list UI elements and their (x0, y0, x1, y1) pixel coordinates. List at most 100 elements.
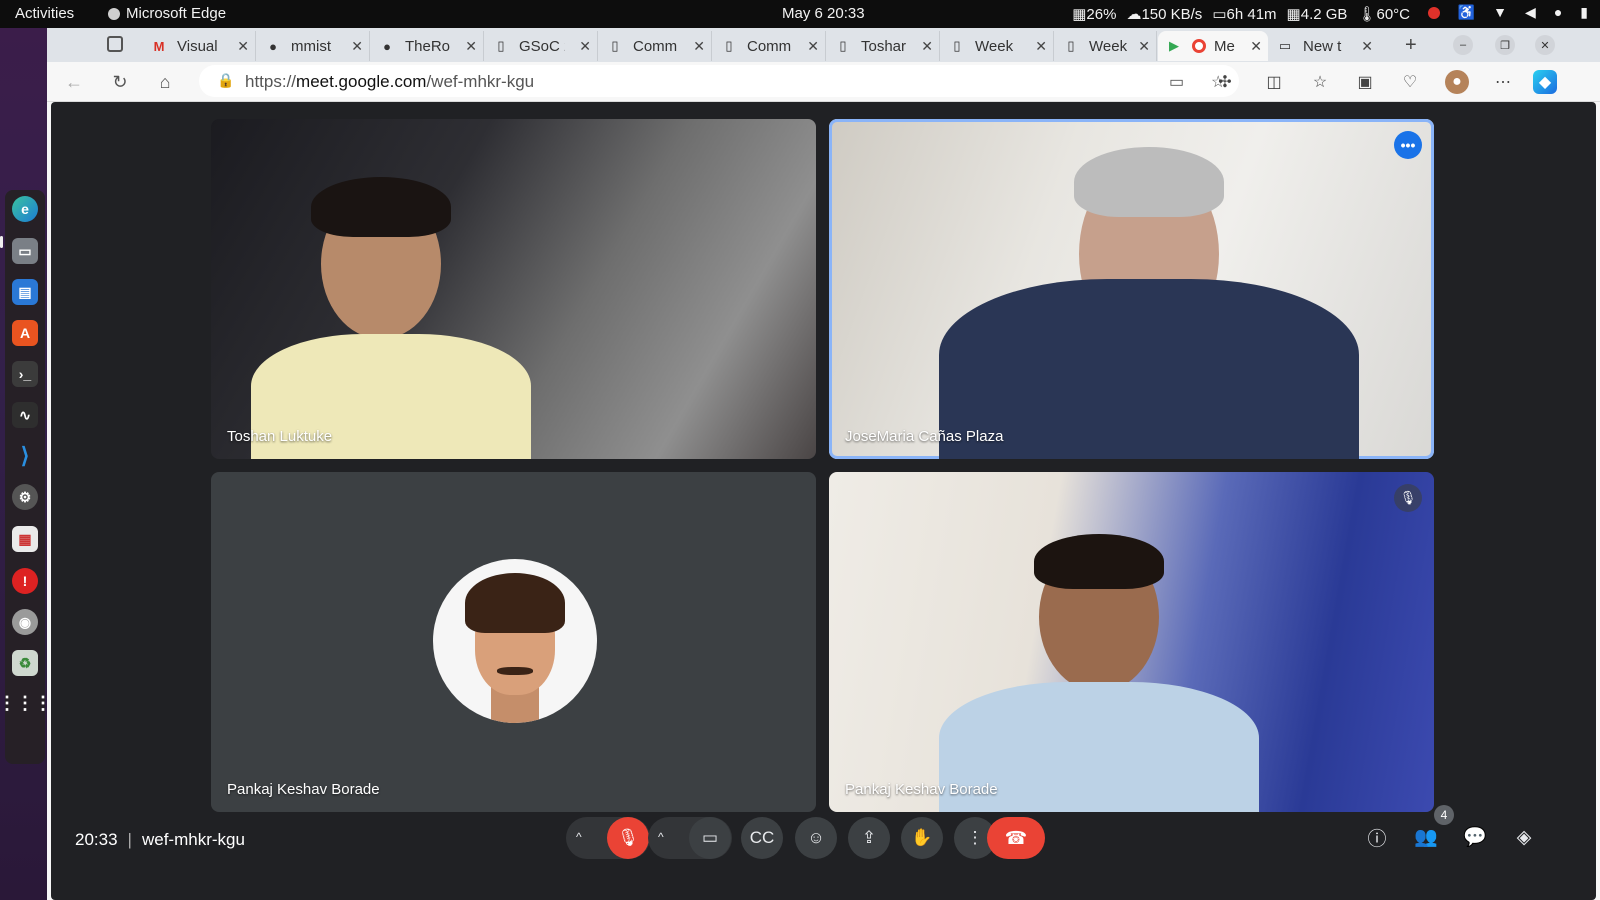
document-viewer-dock-icon[interactable]: ▦ (12, 526, 38, 552)
meeting-details-icon[interactable]: ⓘ (1364, 824, 1390, 850)
vscode-dock-icon[interactable]: ⟩ (12, 443, 38, 469)
close-icon[interactable]: ✕ (237, 38, 249, 55)
update-alert-dock-icon[interactable]: ! (12, 568, 38, 594)
more-menu-icon[interactable]: ⋯ (1491, 70, 1515, 94)
writer-dock-icon[interactable]: ▤ (12, 279, 38, 305)
close-window-icon[interactable]: ✕ (1535, 35, 1555, 55)
terminal-dock-icon[interactable]: ›_ (12, 361, 38, 387)
system-clock[interactable]: May 6 20:33 (782, 5, 865, 22)
edge-dock-icon[interactable]: e (12, 196, 38, 222)
camera-in-use-icon[interactable]: ▭ (1169, 72, 1184, 92)
settings-dock-icon[interactable]: ⚙ (12, 484, 38, 510)
close-icon[interactable]: ✕ (1035, 38, 1047, 55)
close-icon[interactable]: ✕ (693, 38, 705, 55)
activities-button[interactable]: Activities (15, 5, 74, 22)
restore-icon[interactable]: ❐ (1495, 35, 1515, 55)
tab-3[interactable]: ● TheRo ✕ (371, 31, 484, 61)
close-icon[interactable]: ✕ (807, 38, 819, 55)
refresh-icon[interactable]: ↻ (109, 71, 131, 93)
app-menu[interactable]: Microsoft Edge (108, 5, 226, 22)
tab-4[interactable]: ▯ GSoC 2 ✕ (485, 31, 598, 61)
url-bar[interactable]: 🔒 https://meet.google.com/wef-mhkr-kgu ▭… (199, 65, 1239, 97)
page-icon: ▯ (839, 38, 847, 53)
page-icon: ▯ (611, 38, 619, 53)
tab-1[interactable]: M Visual ✕ (143, 31, 256, 61)
wifi-icon[interactable]: ▼ (1493, 4, 1507, 21)
system-monitor-dock-icon[interactable]: ∿ (12, 402, 38, 428)
participant-tile[interactable]: Pankaj Keshav Borade (211, 472, 816, 812)
system-stats: ▦26% ☁150 KB/s ▭6h 41m ▦4.2 GB 🌡60°C (1072, 5, 1410, 23)
meeting-info: 20:33 | wef-mhkr-kgu (75, 830, 245, 849)
files-dock-icon[interactable]: ▭ (12, 238, 38, 264)
github-icon: ● (269, 38, 277, 54)
extensions-icon[interactable]: ✣ (1213, 70, 1237, 94)
emoji-reaction-button[interactable]: ☺ (795, 817, 837, 859)
system-top-bar: Activities Microsoft Edge May 6 20:33 ▦2… (0, 0, 1600, 28)
participant-tile[interactable]: 🎙 Pankaj Keshav Borade (829, 472, 1434, 812)
close-icon[interactable]: ✕ (465, 38, 477, 55)
trash-dock-icon[interactable]: ♻ (12, 650, 38, 676)
tab-8[interactable]: ▯ Week ✕ (941, 31, 1054, 61)
muted-mic-icon: 🎙 (1394, 484, 1422, 512)
page-icon: ▯ (725, 38, 733, 53)
profile-avatar[interactable]: ● (1445, 70, 1469, 94)
participant-name: Pankaj Keshav Borade (845, 781, 998, 798)
gmail-icon: M (153, 38, 165, 54)
tab-5[interactable]: ▯ Comm ✕ (599, 31, 712, 61)
back-icon[interactable]: ← (63, 71, 85, 93)
chat-icon[interactable]: 💬 (1462, 824, 1488, 850)
meeting-code[interactable]: wef-mhkr-kgu (142, 830, 245, 849)
split-screen-icon[interactable]: ◫ (1262, 70, 1286, 94)
tab-6[interactable]: ▯ Comm ✕ (713, 31, 826, 61)
temperature-stat: 🌡60°C (1357, 6, 1410, 23)
participant-tile[interactable]: Toshan Luktuke (211, 119, 816, 459)
home-icon[interactable]: ⌂ (154, 71, 176, 93)
system-tray[interactable]: ♿ ▼ ◀ ● ▮ (1427, 4, 1588, 21)
url-text[interactable]: https://meet.google.com/wef-mhkr-kgu (245, 72, 534, 92)
favorites-icon[interactable]: ☆ (1308, 70, 1332, 94)
dock-shelf (5, 190, 45, 764)
camera-button[interactable]: ▭ (689, 817, 731, 859)
volume-icon[interactable]: ◀ (1525, 4, 1536, 21)
accessibility-icon[interactable]: ♿ (1458, 4, 1475, 21)
close-icon[interactable]: ✕ (351, 38, 363, 55)
vertical-tabs-icon[interactable] (107, 36, 123, 52)
present-screen-button[interactable]: ⇪ (848, 817, 890, 859)
microphone-icon[interactable]: ● (1554, 4, 1562, 21)
tab-meet-active[interactable]: ▶ Me ✕ (1158, 31, 1268, 61)
mic-off-button[interactable]: 🎙 (607, 817, 649, 859)
people-icon[interactable]: 👥 (1413, 824, 1439, 850)
copilot-icon[interactable]: ◆ (1533, 70, 1557, 94)
captions-button[interactable]: CC (741, 817, 783, 859)
tab-new[interactable]: ▭ New t ✕ (1269, 31, 1379, 61)
uptime-stat: ▭6h 41m (1212, 6, 1277, 23)
disk-dock-icon[interactable]: ◉ (12, 609, 38, 635)
more-options-icon[interactable]: ••• (1394, 131, 1422, 159)
raise-hand-button[interactable]: ✋ (901, 817, 943, 859)
leave-call-button[interactable]: ☎ (987, 817, 1045, 859)
activities-icon[interactable]: ◈ (1511, 824, 1537, 850)
show-apps-grid-icon[interactable]: ⋮⋮⋮ (0, 690, 52, 716)
close-icon[interactable]: ✕ (1250, 38, 1262, 55)
browser-essentials-icon[interactable]: ♡ (1398, 70, 1422, 94)
close-icon[interactable]: ✕ (579, 38, 591, 55)
chevron-up-icon[interactable]: ^ (576, 830, 582, 844)
close-icon[interactable]: ✕ (921, 38, 933, 55)
lock-icon[interactable]: 🔒 (217, 72, 234, 89)
participant-name: Toshan Luktuke (227, 428, 333, 445)
close-icon[interactable]: ✕ (1361, 38, 1373, 55)
new-tab-button[interactable]: + (1405, 34, 1417, 57)
page-icon: ▯ (1067, 38, 1075, 53)
tab-2[interactable]: ● mmist ✕ (257, 31, 370, 61)
edge-window: M Visual ✕ ● mmist ✕ ● TheRo ✕ ▯ GSoC 2 … (47, 28, 1600, 900)
tab-9[interactable]: ▯ Week ✕ (1055, 31, 1157, 61)
battery-icon[interactable]: ▮ (1580, 4, 1588, 21)
newtab-icon: ▭ (1278, 38, 1292, 53)
close-icon[interactable]: ✕ (1138, 38, 1150, 55)
minimize-icon[interactable]: – (1453, 35, 1473, 55)
software-center-dock-icon[interactable]: A (12, 320, 38, 346)
tab-7[interactable]: ▯ Toshar ✕ (827, 31, 940, 61)
participant-tile-active-speaker[interactable]: ••• JoseMaria Cañas Plaza (829, 119, 1434, 459)
chevron-up-icon[interactable]: ^ (658, 830, 664, 844)
collections-icon[interactable]: ▣ (1353, 70, 1377, 94)
